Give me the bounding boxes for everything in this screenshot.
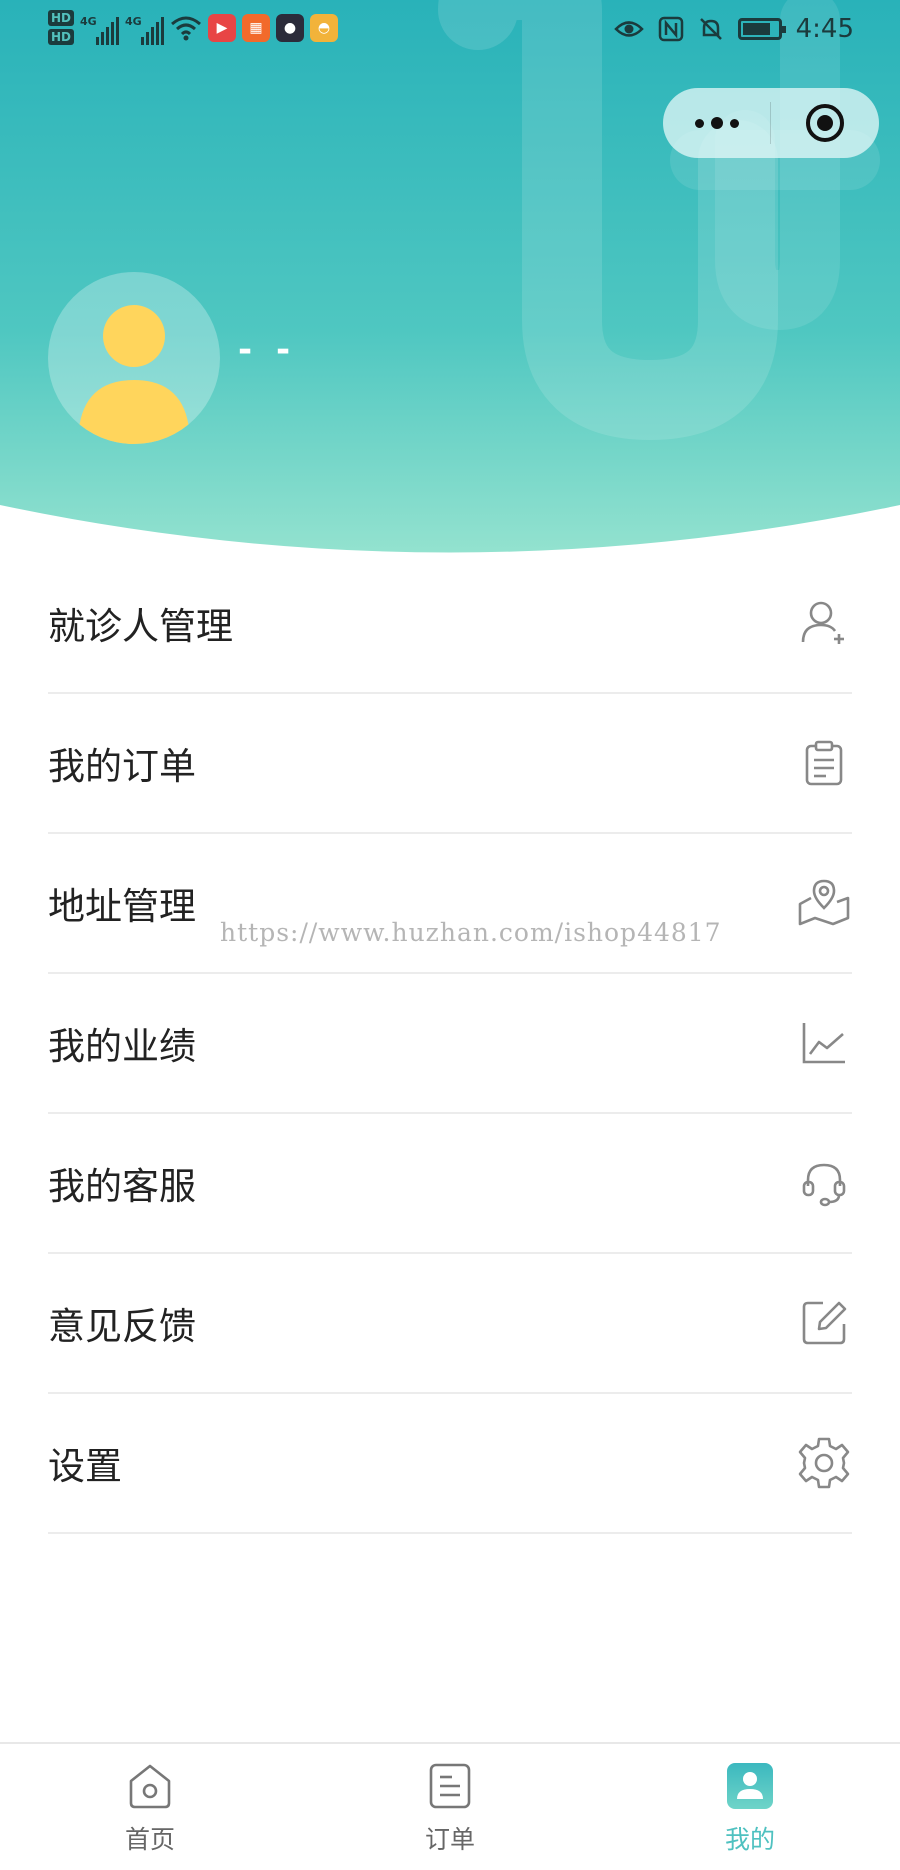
order-icon: [424, 1760, 476, 1812]
clipboard-icon: [796, 735, 852, 791]
tab-label: 我的: [724, 1825, 775, 1854]
eye-icon: [613, 21, 644, 37]
signal-icon: 4G: [80, 11, 120, 45]
user-name: - -: [238, 330, 297, 370]
menu-item-label: 我的业绩: [48, 1025, 196, 1068]
menu-item-feedback[interactable]: 意见反馈: [48, 1254, 852, 1394]
profile-menu: 就诊人管理 我的订单 地址管理 我的业绩 我的客服 意见反馈 设置: [48, 554, 852, 1534]
menu-item-my-orders[interactable]: 我的订单: [48, 694, 852, 834]
tab-orders[interactable]: 订单: [300, 1744, 600, 1870]
headset-icon: [796, 1155, 852, 1211]
profile-icon: [724, 1760, 776, 1812]
menu-item-label: 就诊人管理: [48, 605, 233, 648]
cup-app-icon: ◓: [310, 13, 339, 42]
menu-item-customer-service[interactable]: 我的客服: [48, 1114, 852, 1254]
menu-item-address-management[interactable]: 地址管理: [48, 834, 852, 974]
battery-icon: [737, 18, 786, 40]
menu-item-label: 意见反馈: [48, 1305, 196, 1348]
menu-item-my-performance[interactable]: 我的业绩: [48, 974, 852, 1114]
tab-mine[interactable]: 我的: [600, 1744, 900, 1870]
target-close-icon[interactable]: [771, 88, 878, 158]
line-chart-icon: [796, 1015, 852, 1071]
video-app-icon: ▶: [208, 13, 237, 42]
menu-item-settings[interactable]: 设置: [48, 1394, 852, 1534]
menu-item-label: 我的客服: [48, 1165, 196, 1208]
bell-off-icon: [699, 18, 722, 40]
hd-icon: HD HD: [48, 10, 75, 45]
watermark-text: https://www.huzhan.com/ishop44817: [220, 918, 722, 947]
grid-app-icon: ▦: [242, 13, 271, 42]
user-avatar-icon: [78, 305, 190, 444]
nfc-icon: [658, 16, 683, 42]
tab-label: 订单: [424, 1825, 475, 1854]
avatar-app-icon: ●: [276, 13, 305, 42]
status-bar: HD HD 4G 4G ▶ ▦ ● ◓ 4:45: [0, 0, 900, 66]
menu-item-label: 我的订单: [48, 745, 196, 788]
add-user-icon: [796, 595, 852, 651]
edit-icon: [796, 1295, 852, 1351]
gear-icon: [796, 1435, 852, 1491]
menu-item-label: 地址管理: [48, 885, 196, 928]
menu-item-patient-management[interactable]: 就诊人管理: [48, 554, 852, 694]
signal-icon: 4G: [125, 11, 165, 45]
wifi-icon: [171, 16, 201, 40]
bottom-tab-bar: 首页 订单 我的: [0, 1742, 900, 1870]
avatar[interactable]: [48, 272, 220, 444]
miniprogram-capsule: [663, 88, 879, 158]
status-time: 4:45: [795, 14, 854, 44]
menu-item-label: 设置: [48, 1445, 122, 1488]
more-dots-icon[interactable]: [663, 88, 770, 158]
tab-label: 首页: [124, 1825, 175, 1854]
home-icon: [124, 1760, 176, 1812]
map-pin-icon: [796, 875, 852, 931]
profile-header: HD HD 4G 4G ▶ ▦ ● ◓ 4:45 - -: [0, 0, 900, 560]
tab-home[interactable]: 首页: [0, 1744, 300, 1870]
